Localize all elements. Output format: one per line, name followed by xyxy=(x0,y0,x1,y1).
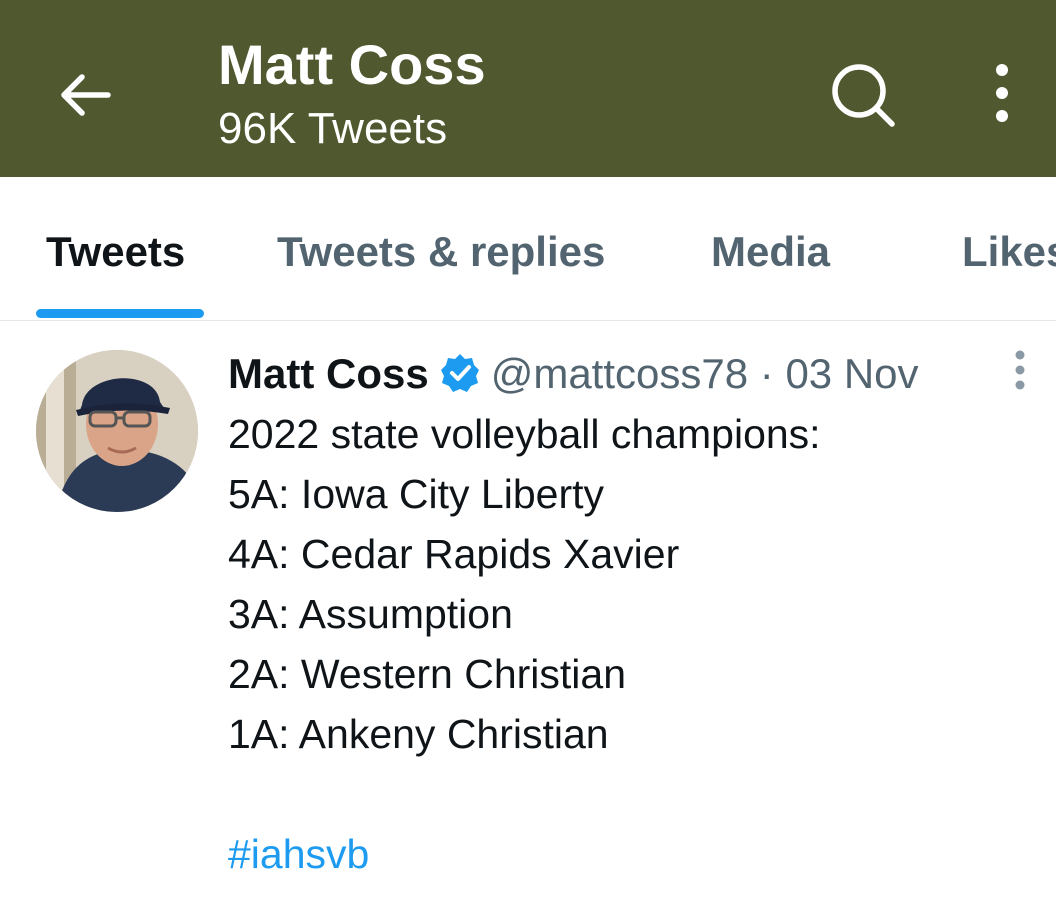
tab-tweets-and-replies[interactable]: Tweets & replies xyxy=(277,227,605,277)
verified-badge-icon xyxy=(440,354,479,392)
profile-tabs: Tweets Tweets & replies Media Likes xyxy=(0,177,1056,321)
avatar-photo xyxy=(36,350,198,512)
tweet-author-handle[interactable]: @mattcoss78 xyxy=(491,350,748,397)
tweet-text: 2022 state volleyball champions: 5A: Iow… xyxy=(228,404,821,884)
more-vertical-icon[interactable] xyxy=(980,62,1024,126)
arrow-left-icon[interactable] xyxy=(54,64,116,126)
active-tab-indicator xyxy=(36,309,204,318)
separator-dot: · xyxy=(759,350,774,397)
tweet-date[interactable]: 03 Nov xyxy=(785,350,918,397)
tweet-line: 4A: Cedar Rapids Xavier xyxy=(228,531,680,577)
tweet-count: 96K Tweets xyxy=(218,104,448,153)
tweet-author-name[interactable]: Matt Coss xyxy=(228,350,429,397)
tab-likes[interactable]: Likes xyxy=(962,227,1056,277)
tab-tweets[interactable]: Tweets xyxy=(46,227,185,277)
profile-name-title: Matt Coss xyxy=(218,33,486,96)
avatar[interactable] xyxy=(36,350,198,512)
tweet-line: 3A: Assumption xyxy=(228,591,513,637)
tweet-line: 1A: Ankeny Christian xyxy=(228,711,609,757)
tweet-more-icon[interactable] xyxy=(1006,350,1034,390)
tweet-line: 2A: Western Christian xyxy=(228,651,627,697)
tweet-line: 5A: Iowa City Liberty xyxy=(228,471,604,517)
profile-header: Matt Coss 96K Tweets xyxy=(0,0,1056,177)
tweet-header: Matt Coss @mattcoss78 · 03 Nov xyxy=(228,346,919,402)
tweet-line: 2022 state volleyball champions: xyxy=(228,411,821,457)
hashtag-link[interactable]: #iahsvb xyxy=(228,824,821,884)
tab-media[interactable]: Media xyxy=(711,227,830,277)
search-icon[interactable] xyxy=(828,60,898,130)
